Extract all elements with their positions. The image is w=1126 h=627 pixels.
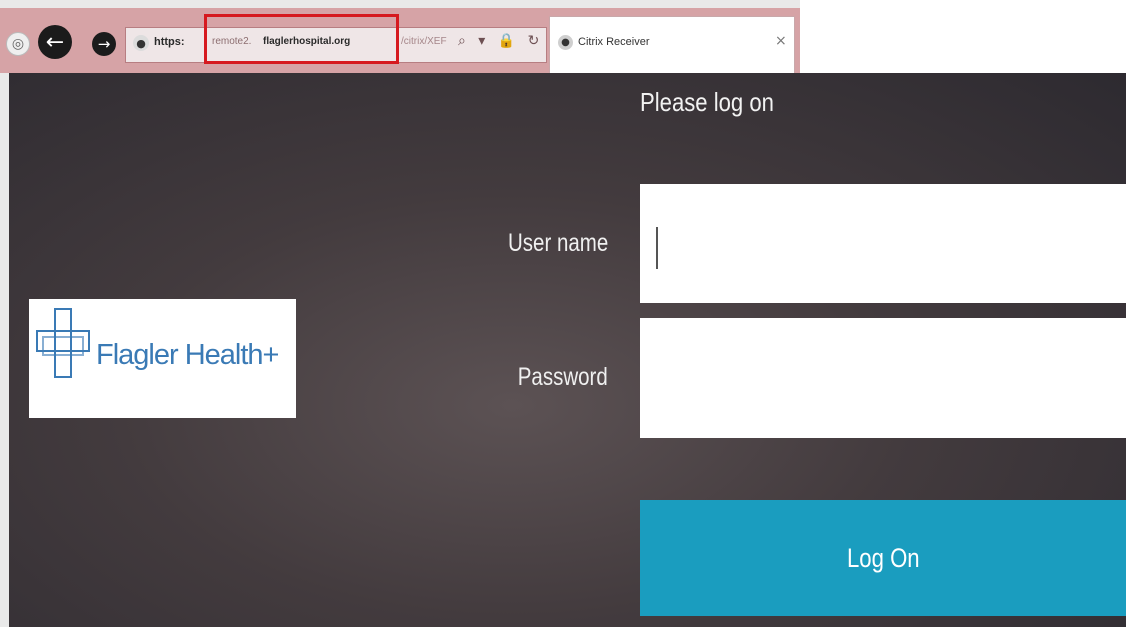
tab-title: Citrix Receiver bbox=[578, 36, 650, 48]
username-label: User name bbox=[507, 229, 608, 257]
browser-logo-icon: ◎ bbox=[6, 32, 30, 56]
text-cursor bbox=[656, 227, 658, 269]
back-button[interactable]: ← bbox=[38, 25, 72, 59]
tab-favicon-icon: ● bbox=[558, 35, 573, 50]
forward-button[interactable]: → bbox=[92, 32, 116, 56]
username-field[interactable] bbox=[640, 184, 1126, 303]
url-scheme: https: bbox=[154, 36, 185, 48]
log-on-button[interactable]: Log On bbox=[640, 500, 1126, 616]
url-domain-highlight bbox=[204, 14, 399, 64]
browser-toolbar-empty-area bbox=[800, 0, 1126, 73]
logo-text: Flagler Health+ bbox=[96, 339, 279, 371]
password-field[interactable] bbox=[640, 318, 1126, 438]
address-bar-controls-icon[interactable]: ⌕ ▾ 🔒 ↻ bbox=[458, 33, 543, 49]
password-label: Password bbox=[517, 363, 608, 391]
site-security-icon: ● bbox=[133, 35, 149, 51]
log-on-button-label: Log On bbox=[846, 542, 920, 573]
url-path: /citrix/XEF bbox=[401, 36, 447, 47]
tab-close-icon[interactable]: × bbox=[775, 33, 787, 49]
page-title: Please log on bbox=[640, 87, 774, 117]
